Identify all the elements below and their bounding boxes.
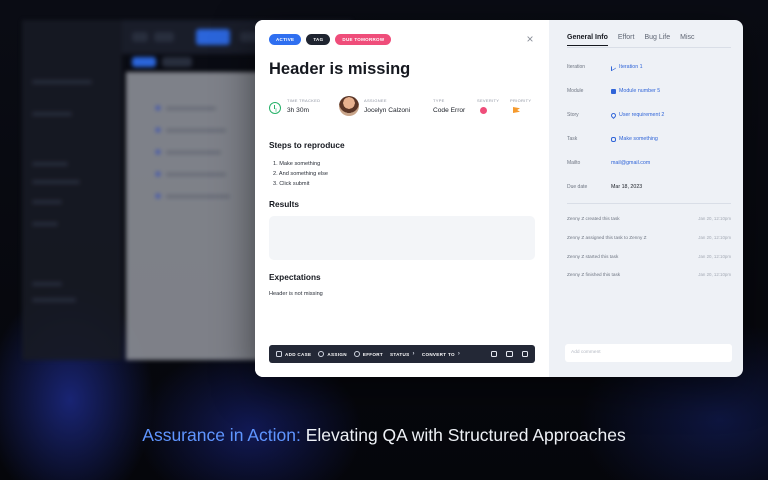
action-toolbar: ADD CASE ASSIGN EFFORT STATUS › CONVERT T… [269, 345, 535, 363]
convert-to-button[interactable]: CONVERT TO › [422, 351, 460, 357]
task-detail-main: ACTIVE TAG DUE TOMORROW × Header is miss… [255, 20, 549, 377]
expectations-heading: Expectations [269, 272, 321, 282]
time-tracked: TIME TRACKED 3h 30m [287, 98, 320, 114]
task-title: Header is missing [269, 60, 411, 78]
add-case-button[interactable]: ADD CASE [276, 351, 311, 357]
results-input[interactable] [269, 216, 535, 260]
tab-bug-life[interactable]: Bug Life [644, 34, 670, 46]
edit-icon[interactable] [490, 350, 497, 358]
due-date-value[interactable]: Mar 18, 2023 [611, 184, 642, 190]
type: TYPE Code Error [433, 98, 465, 114]
field-due-date: Due date Mar 18, 2023 [567, 184, 731, 208]
status-tag[interactable]: ACTIVE [269, 34, 302, 45]
close-icon[interactable]: × [525, 33, 535, 45]
chevron-right-icon: › [412, 351, 415, 357]
trash-icon[interactable] [521, 350, 528, 358]
field-value-link[interactable]: Module number 5 [611, 88, 660, 94]
avatar[interactable] [339, 96, 359, 116]
results-heading: Results [269, 199, 299, 209]
label-tag[interactable]: TAG [306, 34, 331, 45]
priority: PRIORITY [510, 98, 531, 113]
list-item: 2. And something else [273, 171, 329, 177]
pin-icon [609, 111, 618, 119]
status-button[interactable]: STATUS › [390, 351, 415, 357]
effort-button[interactable]: EFFORT [353, 351, 383, 357]
clock-icon [269, 102, 281, 114]
due-tag[interactable]: DUE TOMORROW [335, 34, 392, 45]
mailto-link[interactable]: mail@gmail.com [611, 160, 650, 166]
background-sidebar [22, 20, 122, 360]
type-label: TYPE [433, 98, 445, 103]
activity-text: Zenny Z assigned this task to Zenny Z [567, 235, 647, 240]
type-value[interactable]: Code Error [433, 107, 465, 114]
tab-divider [567, 47, 731, 48]
chevron-right-icon: › [457, 351, 461, 357]
assignee: ASSIGNEE Jocelyn Calzoni [364, 98, 410, 114]
field-value-link[interactable]: Iteration 1 [611, 63, 643, 71]
field-label: Task [567, 136, 578, 142]
comment-input[interactable]: Add comment [565, 344, 732, 362]
activity-date: Jan 20, 12:10pm [698, 254, 731, 259]
tab-misc[interactable]: Misc [680, 34, 694, 46]
copy-icon[interactable] [506, 350, 513, 358]
task-detail-card: ACTIVE TAG DUE TOMORROW × Header is miss… [255, 20, 743, 377]
tag-row: ACTIVE TAG DUE TOMORROW [269, 34, 392, 45]
tab-effort[interactable]: Effort [618, 34, 635, 46]
toolbar-icons [490, 350, 528, 358]
field-value-link[interactable]: Make something [611, 136, 658, 142]
activity-text: Zenny Z started this task [567, 254, 619, 259]
field-iteration: Iteration Iteration 1 [567, 63, 731, 88]
expectations-text: Header is not missing [269, 291, 323, 297]
field-label: Module [567, 88, 584, 94]
field-label: Story [567, 112, 579, 118]
layers-icon [276, 351, 282, 357]
task-meta: TIME TRACKED 3h 30m ASSIGNEE Jocelyn Cal… [269, 96, 535, 120]
activity-text: Zenny Z created this task [567, 216, 620, 221]
link-icon [611, 136, 616, 142]
activity-text: Zenny Z finished this task [567, 272, 621, 277]
activity-date: Jan 20, 12:10pm [698, 272, 731, 277]
priority-flag-icon[interactable] [513, 107, 520, 113]
tab-general-info[interactable]: General Info [567, 34, 608, 46]
steps-heading: Steps to reproduce [269, 140, 345, 150]
priority-label: PRIORITY [510, 98, 532, 103]
caption-text: Elevating QA with Structured Approaches [300, 425, 626, 445]
severity-label: SEVERITY [477, 98, 500, 103]
clock-icon [353, 351, 360, 357]
activity-item: Zenny Z started this task Jan 20, 12:10p… [567, 254, 731, 264]
panel-divider [567, 203, 731, 204]
time-tracked-label: TIME TRACKED [287, 98, 321, 103]
module-icon [611, 88, 616, 94]
assign-button[interactable]: ASSIGN [318, 351, 347, 357]
severity-flame-icon[interactable] [480, 107, 487, 114]
field-value-link[interactable]: User requirement 2 [609, 111, 664, 119]
field-task: Task Make something [567, 136, 731, 160]
trend-icon [611, 63, 616, 71]
steps-list: 1. Make something 2. And something else … [273, 159, 328, 189]
field-label: Due date [567, 184, 588, 190]
activity-item: Zenny Z created this task Jan 20, 12:10p… [567, 216, 731, 226]
field-story: Story User requirement 2 [567, 111, 731, 136]
general-info-fields: Iteration Iteration 1 Module Module numb… [567, 63, 731, 208]
activity-item: Zenny Z assigned this task to Zenny Z Ja… [567, 235, 731, 245]
time-tracked-value: 3h 30m [287, 107, 309, 114]
info-tabs: General Info Effort Bug Life Misc [567, 34, 695, 46]
assignee-label: ASSIGNEE [364, 98, 387, 103]
stage: ACTIVE TAG DUE TOMORROW × Header is miss… [0, 0, 768, 480]
severity: SEVERITY [477, 98, 499, 114]
list-item: 1. Make something [273, 161, 321, 167]
list-item: 3. Click submit [273, 181, 310, 187]
field-label: Mailto [567, 160, 581, 166]
users-icon [318, 351, 325, 357]
assignee-value[interactable]: Jocelyn Calzoni [364, 107, 410, 114]
caption-highlight: Assurance in Action: [142, 425, 301, 445]
page-caption: Assurance in Action: Elevating QA with S… [0, 425, 768, 446]
field-label: Iteration [567, 64, 586, 70]
activity-date: Jan 20, 12:10pm [698, 216, 731, 221]
activity-date: Jan 20, 12:10pm [698, 235, 731, 240]
activity-item: Zenny Z finished this task Jan 20, 12:10… [567, 272, 731, 282]
field-module: Module Module number 5 [567, 88, 731, 112]
field-mailto: Mailto mail@gmail.com [567, 160, 731, 184]
